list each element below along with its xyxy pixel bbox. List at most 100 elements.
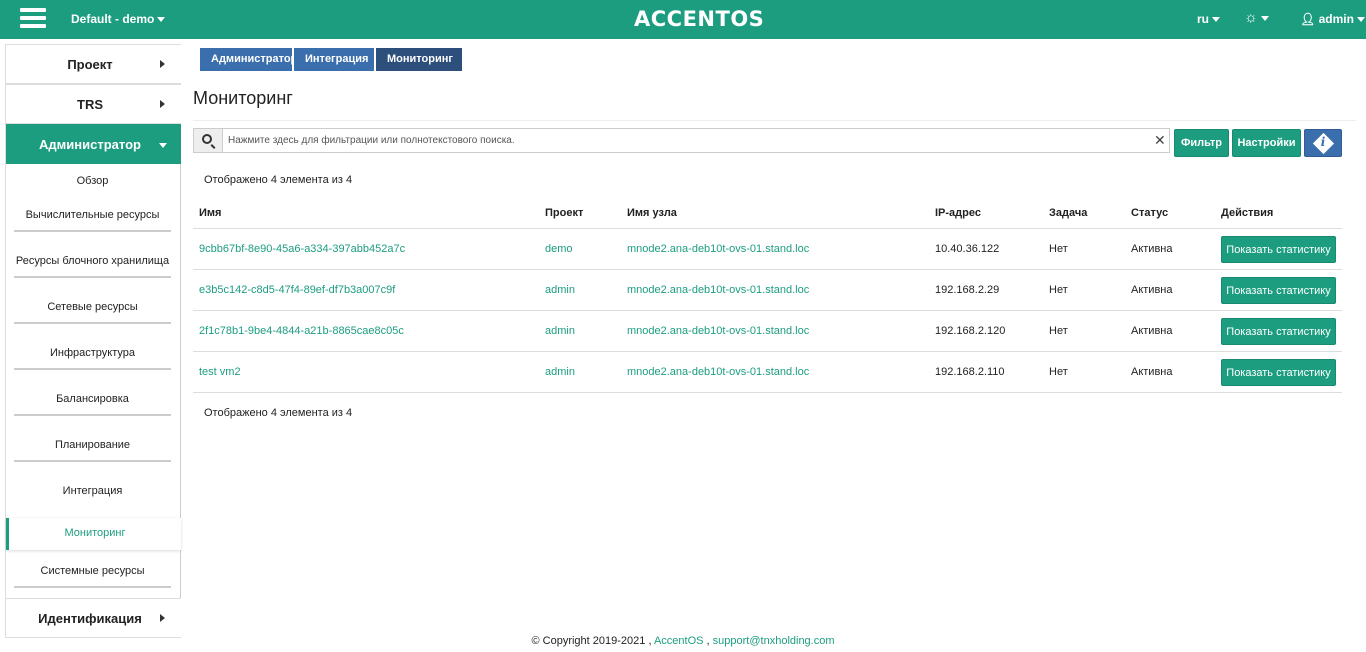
show-stats-button[interactable]: Показать статистику	[1221, 236, 1336, 263]
table-row: 9cbb67bf-8e90-45a6-a334-397abb452a7c dem…	[193, 229, 1342, 270]
chevron-down-icon	[159, 143, 167, 148]
sidebar-item-label: Мониторинг	[64, 527, 126, 539]
logo: ACCENTOS	[634, 7, 765, 31]
title-divider	[193, 120, 1356, 121]
ip-address: 192.168.2.120	[935, 325, 1006, 337]
column-header-name[interactable]: Имя	[199, 207, 221, 219]
sidebar-item-system-resources[interactable]: Системные ресурсы	[14, 556, 171, 588]
sidebar-item-compute[interactable]: Вычислительные ресурсы	[14, 200, 171, 232]
sidebar-section-label: Идентификация	[38, 611, 142, 626]
sidebar-section-label: TRS	[77, 97, 103, 112]
breadcrumb-item-admin[interactable]: Администратор	[200, 48, 297, 71]
status: Активна	[1131, 284, 1173, 296]
chevron-right-icon	[160, 614, 165, 622]
sidebar-item-label: Сетевые ресурсы	[47, 301, 138, 313]
gear-icon: ☼	[1244, 9, 1258, 26]
show-stats-button[interactable]: Показать статистику	[1221, 318, 1336, 345]
search-button[interactable]	[194, 129, 223, 152]
host-link[interactable]: mnode2.ana-deb10t-ovs-01.stand.loc	[627, 366, 809, 378]
sidebar: Проект TRS Администратор Обзор Вычислите…	[5, 44, 181, 638]
ip-address: 192.168.2.29	[935, 284, 1000, 296]
sidebar-section-admin[interactable]: Администратор	[6, 124, 181, 164]
instance-name-link[interactable]: 9cbb67bf-8e90-45a6-a334-397abb452a7c	[199, 243, 405, 255]
footer: © Copyright 2019-2021 , AccentOS , suppo…	[0, 635, 1366, 647]
table-row: 2f1c78b1-9be4-4844-a21b-8865cae8c05c adm…	[193, 311, 1342, 352]
settings-menu[interactable]: ☼	[1244, 9, 1269, 26]
sidebar-item-overview[interactable]: Обзор	[14, 166, 171, 198]
sidebar-item-infrastructure[interactable]: Инфраструктура	[14, 338, 171, 370]
footer-separator: ,	[706, 635, 710, 647]
sidebar-item-label: Обзор	[76, 175, 109, 187]
support-email-link[interactable]: support@tnxholding.com	[713, 635, 835, 647]
sidebar-item-label: Системные ресурсы	[40, 565, 145, 577]
column-header-actions: Действия	[1221, 207, 1274, 219]
user-name: admin	[1318, 12, 1354, 26]
sidebar-item-label: Планирование	[54, 439, 131, 451]
column-header-host[interactable]: Имя узла	[627, 207, 677, 219]
search-icon	[202, 134, 212, 144]
menu-toggle-icon[interactable]	[20, 8, 46, 30]
sidebar-item-network[interactable]: Сетевые ресурсы	[14, 292, 171, 324]
info-icon-glyph: i	[1320, 135, 1326, 149]
sidebar-item-label: Вычислительные ресурсы	[25, 209, 160, 221]
show-stats-button[interactable]: Показать статистику	[1221, 359, 1336, 386]
user-icon: 👤︎	[1300, 12, 1316, 26]
task: Нет	[1049, 284, 1068, 296]
chevron-down-icon	[1260, 15, 1269, 21]
sidebar-item-monitoring[interactable]: Мониторинг	[6, 518, 181, 550]
column-header-project[interactable]: Проект	[545, 207, 583, 219]
column-header-status[interactable]: Статус	[1131, 207, 1168, 219]
sidebar-item-label: Балансировка	[56, 393, 129, 405]
ip-address: 10.40.36.122	[935, 243, 1000, 255]
sidebar-item-block-storage[interactable]: Ресурсы блочного хранилища	[14, 246, 171, 278]
task: Нет	[1049, 325, 1068, 337]
sidebar-section-label: Проект	[67, 57, 113, 72]
project-link[interactable]: admin	[545, 366, 575, 378]
sidebar-item-balancing[interactable]: Балансировка	[14, 384, 171, 416]
chevron-right-icon	[160, 60, 165, 68]
column-header-task[interactable]: Задача	[1049, 207, 1087, 219]
chevron-down-icon	[1212, 17, 1220, 23]
breadcrumb-item-integration[interactable]: Интеграция	[294, 48, 374, 71]
project-link[interactable]: demo	[545, 243, 573, 255]
host-link[interactable]: mnode2.ana-deb10t-ovs-01.stand.loc	[627, 243, 809, 255]
filter-button[interactable]: Фильтр	[1174, 129, 1229, 157]
breadcrumb: Администратор Интеграция Мониторинг	[200, 48, 464, 71]
ip-address: 192.168.2.110	[935, 366, 1005, 378]
sidebar-section-trs[interactable]: TRS	[6, 84, 181, 124]
project-link[interactable]: admin	[545, 284, 575, 296]
sidebar-section-project[interactable]: Проект	[6, 44, 181, 84]
close-icon[interactable]: ✕	[1154, 132, 1166, 149]
column-header-ip[interactable]: IP-адрес	[935, 207, 981, 219]
top-bar: Default - demo ACCENTOS ru ☼ 👤︎ admin	[0, 0, 1366, 39]
language-selector[interactable]: ru	[1197, 12, 1220, 26]
product-link[interactable]: AccentOS	[654, 635, 704, 647]
task: Нет	[1049, 243, 1068, 255]
table-row: test vm2 admin mnode2.ana-deb10t-ovs-01.…	[193, 352, 1342, 393]
host-link[interactable]: mnode2.ana-deb10t-ovs-01.stand.loc	[627, 325, 809, 337]
instance-name-link[interactable]: test vm2	[199, 366, 241, 378]
sidebar-item-integration[interactable]: Интеграция	[14, 476, 171, 508]
sidebar-section-identity[interactable]: Идентификация	[6, 598, 181, 638]
chevron-down-icon	[157, 17, 166, 23]
project-link[interactable]: admin	[545, 325, 575, 337]
host-link[interactable]: mnode2.ana-deb10t-ovs-01.stand.loc	[627, 284, 809, 296]
status: Активна	[1131, 366, 1173, 378]
copyright-text: © Copyright 2019-2021 ,	[531, 635, 652, 647]
instance-name-link[interactable]: e3b5c142-c8d5-47f4-89ef-df7b3a007c9f	[199, 284, 395, 296]
show-stats-button[interactable]: Показать статистику	[1221, 277, 1336, 304]
items-count-bottom: Отображено 4 элемента из 4	[204, 407, 353, 419]
project-selector-label: Default - demo	[71, 12, 155, 26]
settings-button[interactable]: Настройки	[1232, 129, 1301, 157]
sidebar-section-label: Администратор	[39, 137, 141, 152]
search-input[interactable]	[228, 132, 1148, 149]
chevron-down-icon	[1356, 17, 1365, 23]
instance-name-link[interactable]: 2f1c78b1-9be4-4844-a21b-8865cae8c05c	[199, 325, 404, 337]
user-menu[interactable]: 👤︎ admin	[1300, 12, 1365, 26]
info-button[interactable]: i	[1304, 129, 1342, 157]
status: Активна	[1131, 325, 1173, 337]
status: Активна	[1131, 243, 1173, 255]
project-selector[interactable]: Default - demo	[71, 12, 166, 26]
sidebar-item-planning[interactable]: Планирование	[14, 430, 171, 462]
items-count-top: Отображено 4 элемента из 4	[204, 174, 353, 186]
